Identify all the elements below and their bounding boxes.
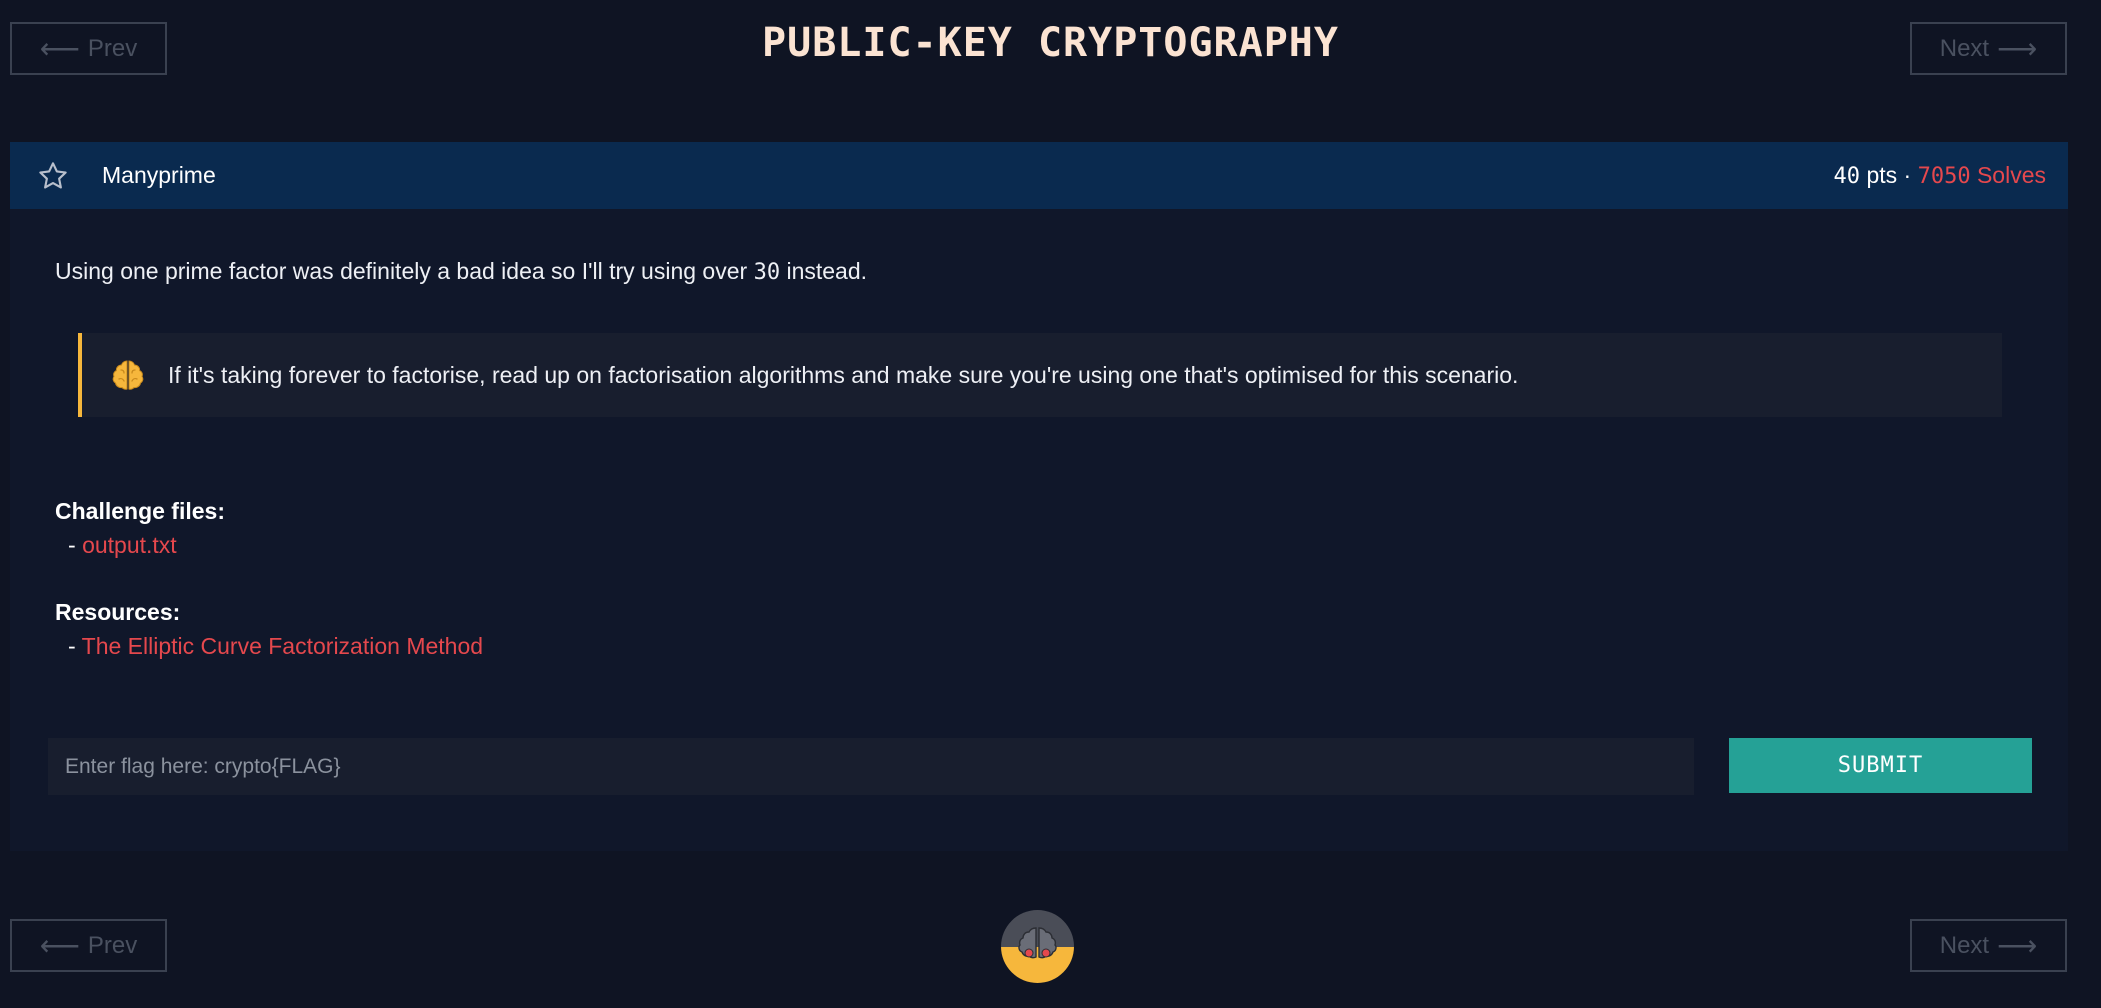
page: ⟵ Prev PUBLIC-KEY CRYPTOGRAPHY Next ⟶ Ma… [0, 0, 2101, 1008]
solves-suffix: Solves [1976, 162, 2046, 188]
challenge-stats: 40 pts · 7050 Solves [1834, 162, 2046, 189]
file-list-item: - output.txt [68, 532, 177, 559]
arrow-right-icon: ⟶ [1997, 929, 2038, 961]
challenge-name: Manyprime [102, 162, 216, 188]
next-label: Next [1939, 931, 1990, 959]
submit-button[interactable]: SUBMIT [1729, 738, 2032, 793]
flag-input[interactable] [48, 738, 1694, 795]
challenge-card: Manyprime 40 pts · 7050 Solves Using one… [10, 142, 2068, 851]
page-title: PUBLIC-KEY CRYPTOGRAPHY [762, 20, 1339, 66]
description-before: Using one prime factor was definitely a … [55, 258, 754, 284]
star-icon[interactable] [36, 159, 70, 193]
next-button-bottom[interactable]: Next ⟶ [1910, 919, 2067, 972]
solves-count-label: 7050 Solves [1917, 162, 2046, 189]
resources-label: Resources: [55, 599, 181, 625]
resource-list-item: - The Elliptic Curve Factorization Metho… [68, 633, 483, 660]
challenge-header[interactable]: Manyprime 40 pts · 7050 Solves [10, 142, 2068, 209]
brain-icon [108, 355, 148, 395]
next-label: Next [1939, 34, 1990, 62]
prev-button-bottom[interactable]: ⟵ Prev [10, 919, 167, 972]
solves-count: 7050 [1917, 164, 1971, 189]
arrow-right-icon: ⟶ [1997, 32, 2038, 64]
challenge-description: Using one prime factor was definitely a … [55, 258, 867, 285]
challenge-files-label: Challenge files: [55, 498, 225, 524]
prev-label: Prev [87, 931, 138, 959]
stats-separator: · [1903, 162, 1912, 188]
brain-logo-icon[interactable] [1001, 910, 1074, 983]
next-button-top[interactable]: Next ⟶ [1910, 22, 2067, 75]
resource-link-ecm[interactable]: The Elliptic Curve Factorization Method [82, 633, 483, 659]
file-link-output[interactable]: output.txt [82, 532, 177, 558]
description-after: instead. [780, 258, 868, 284]
points-suffix: pts [1866, 162, 1898, 188]
hint-text: If it's taking forever to factorise, rea… [168, 361, 1519, 388]
list-bullet: - [68, 633, 82, 659]
hint-box: If it's taking forever to factorise, rea… [78, 333, 2002, 417]
description-number: 30 [753, 260, 781, 285]
list-bullet: - [68, 532, 83, 558]
arrow-left-icon: ⟵ [39, 929, 80, 961]
points-value: 40 [1833, 164, 1861, 189]
